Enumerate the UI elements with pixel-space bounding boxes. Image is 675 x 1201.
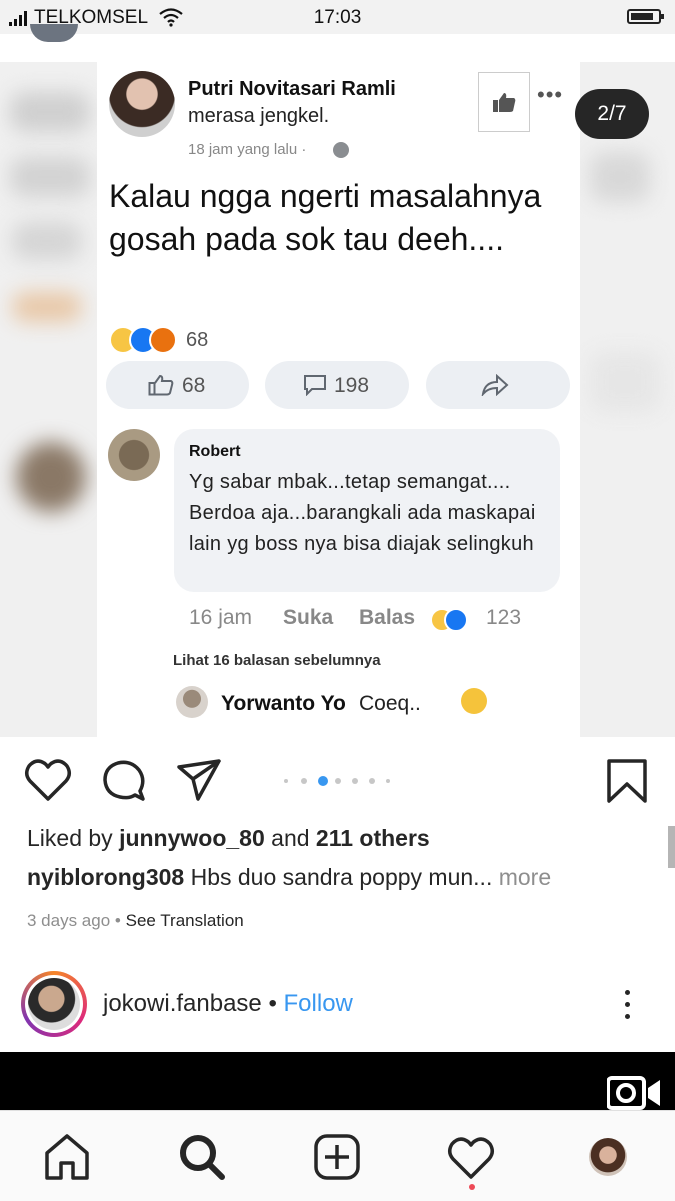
carousel-dot bbox=[386, 779, 390, 783]
comment-reaction-count: 123 bbox=[486, 606, 522, 629]
commenter-name: Robert bbox=[189, 443, 241, 460]
profile-avatar[interactable] bbox=[589, 1138, 627, 1176]
author-avatar bbox=[109, 71, 175, 137]
reply-avatar bbox=[176, 686, 208, 718]
comment-bubble-icon bbox=[304, 375, 326, 396]
previous-post-edge bbox=[0, 24, 675, 63]
comment-pill: 198 bbox=[265, 361, 409, 409]
blur-bg bbox=[10, 157, 90, 197]
carousel-dot bbox=[352, 778, 358, 784]
caption-text: Hbs duo sandra poppy mun... bbox=[190, 864, 493, 890]
caption-username[interactable]: nyiblorong308 bbox=[27, 864, 184, 890]
carousel-dot bbox=[301, 778, 307, 784]
previous-avatar bbox=[30, 24, 78, 42]
thumbs-up-icon bbox=[493, 93, 516, 112]
post-timestamp: 3 days ago bbox=[27, 911, 111, 930]
blur-bg bbox=[10, 92, 90, 132]
activity-icon[interactable] bbox=[447, 1133, 495, 1181]
likes-summary: Liked by junnywoo_80 and 211 others bbox=[27, 825, 430, 852]
blur-bg bbox=[16, 442, 86, 512]
video-camera-icon bbox=[607, 1076, 660, 1110]
liked-by-middle: and bbox=[271, 825, 310, 851]
blur-bg bbox=[590, 152, 650, 202]
blur-bg bbox=[12, 222, 82, 260]
bottom-navigation bbox=[0, 1110, 675, 1201]
send-icon[interactable] bbox=[176, 758, 222, 802]
carousel-dot bbox=[284, 779, 288, 783]
blur-bg bbox=[12, 292, 82, 322]
carousel-dot bbox=[318, 776, 328, 786]
caption-more-link[interactable]: more bbox=[499, 864, 551, 890]
carousel-dot bbox=[335, 778, 341, 784]
liked-by-user[interactable]: junnywoo_80 bbox=[119, 825, 265, 851]
post-media[interactable]: Putri Novitasari Ramli merasa jengkel. 1… bbox=[0, 62, 675, 737]
battery-icon bbox=[627, 9, 664, 24]
like-pill: 68 bbox=[106, 361, 249, 409]
status-bar: TELKOMSEL 17:03 bbox=[0, 0, 675, 34]
like-page-box bbox=[478, 72, 530, 132]
previous-replies-link: Lihat 16 balasan sebelumnya bbox=[173, 652, 381, 669]
bookmark-icon[interactable] bbox=[606, 758, 648, 804]
heart-icon[interactable] bbox=[24, 758, 72, 802]
post-text: Kalau ngga ngerti masalahnya gosah pada … bbox=[109, 178, 542, 257]
like-reaction-icon bbox=[444, 608, 468, 632]
liked-by-others[interactable]: 211 others bbox=[316, 825, 430, 851]
like-count: 68 bbox=[182, 374, 206, 397]
header-separator: • bbox=[268, 990, 277, 1017]
comment-reply-label: Balas bbox=[359, 606, 416, 629]
comment-text: Yg sabar mbak...tetap semangat.... Berdo… bbox=[189, 471, 536, 555]
post-meta: 3 days ago • See Translation bbox=[27, 911, 244, 931]
search-icon[interactable] bbox=[178, 1133, 226, 1181]
reply-author: Yorwanto Yo bbox=[221, 692, 346, 715]
share-pill bbox=[426, 361, 570, 409]
next-post-header: jokowi.fanbase • Follow bbox=[103, 990, 353, 1018]
add-post-icon[interactable] bbox=[313, 1133, 361, 1181]
author-feeling: merasa jengkel. bbox=[188, 105, 330, 127]
slide-counter: 2/7 bbox=[575, 89, 649, 139]
liked-by-prefix: Liked by bbox=[27, 825, 113, 851]
comment-icon[interactable] bbox=[102, 758, 146, 802]
angry-icon bbox=[149, 326, 177, 354]
comment-bubble: Robert Yg sabar mbak...tetap semangat...… bbox=[174, 429, 560, 592]
caption: nyiblorong308 Hbs duo sandra poppy mun..… bbox=[27, 864, 551, 891]
home-icon[interactable] bbox=[43, 1133, 91, 1181]
carousel-indicator bbox=[284, 776, 394, 786]
globe-icon bbox=[333, 142, 349, 158]
meta-separator: • bbox=[114, 911, 121, 930]
facebook-post-card: Putri Novitasari Ramli merasa jengkel. 1… bbox=[97, 62, 580, 737]
post-time: 18 jam yang lalu · bbox=[188, 141, 307, 158]
see-translation-link[interactable]: See Translation bbox=[126, 911, 244, 930]
reaction-icons bbox=[109, 326, 229, 354]
post-actions bbox=[0, 748, 675, 818]
commenter-avatar bbox=[108, 429, 160, 481]
comment-like-label: Suka bbox=[283, 606, 334, 629]
more-icon: ••• bbox=[537, 82, 564, 107]
thumbs-up-icon bbox=[148, 374, 174, 396]
reaction-count: 68 bbox=[186, 329, 209, 351]
options-icon[interactable] bbox=[622, 988, 632, 1022]
follow-button[interactable]: Follow bbox=[284, 990, 353, 1017]
author-name: Putri Novitasari Ramli bbox=[188, 78, 396, 100]
reply-text: Coeq.. bbox=[359, 692, 421, 715]
laughing-emoji-icon bbox=[461, 688, 487, 714]
comment-reaction-icons bbox=[430, 608, 470, 632]
carousel-dot bbox=[369, 778, 375, 784]
avatar-image bbox=[28, 978, 80, 1030]
clock: 17:03 bbox=[313, 7, 362, 28]
next-post-media[interactable] bbox=[0, 1052, 675, 1110]
next-post-avatar[interactable] bbox=[21, 971, 87, 1037]
next-post-username[interactable]: jokowi.fanbase bbox=[103, 990, 262, 1017]
blur-bg bbox=[590, 352, 660, 412]
comment-count: 198 bbox=[334, 374, 370, 397]
comment-time: 16 jam bbox=[189, 606, 253, 629]
share-arrow-icon bbox=[481, 374, 509, 396]
notification-dot bbox=[469, 1184, 475, 1190]
scrollbar[interactable] bbox=[668, 826, 675, 868]
